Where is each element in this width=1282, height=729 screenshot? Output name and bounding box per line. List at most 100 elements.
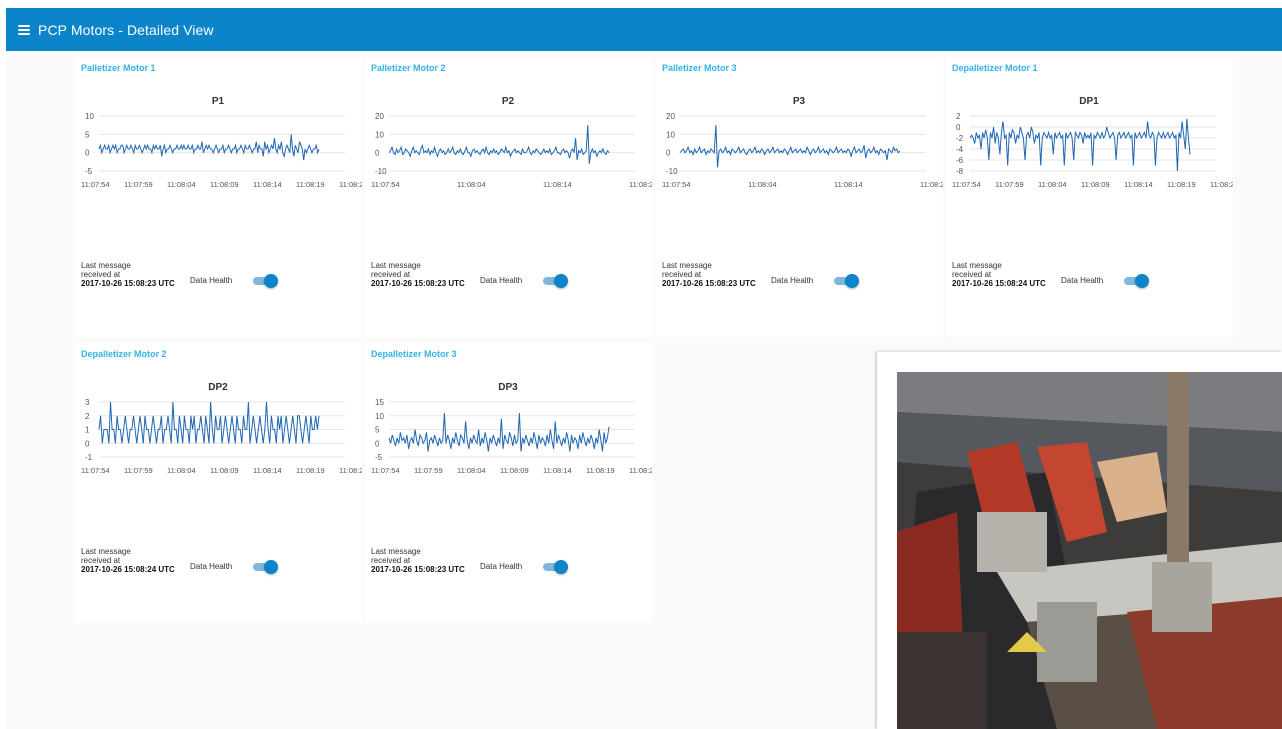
x-tick-label: 11:08:09 (210, 180, 239, 189)
series-line (98, 401, 320, 444)
x-tick-label: 11:07:54 (371, 466, 400, 475)
x-tick-label: 11:08:04 (457, 180, 486, 189)
data-health-toggle[interactable] (253, 560, 278, 574)
x-tick-label: 11:07:54 (81, 466, 110, 475)
x-tick-label: 11:08:25 (920, 180, 943, 189)
data-health-label: Data Health (190, 562, 233, 571)
x-tick-label: 11:07:59 (124, 180, 153, 189)
data-health-label: Data Health (1061, 276, 1104, 285)
y-tick-label: 0 (375, 439, 380, 448)
data-health-toggle[interactable] (834, 274, 859, 288)
x-tick-label: 11:08:19 (1167, 180, 1196, 189)
x-tick-label: 11:08:09 (210, 466, 239, 475)
last-message-label: Last message received at (371, 261, 421, 279)
x-tick-label: 11:07:59 (995, 180, 1024, 189)
last-message-block: Last message received at 2017-10-26 15:08… (952, 261, 1052, 288)
x-tick-label: 11:08:25 (1210, 180, 1233, 189)
y-tick-label: 10 (375, 130, 384, 139)
page-title: PCP Motors - Detailed View (38, 21, 214, 38)
y-tick-label: 10 (85, 112, 94, 121)
chart-title: DP3 (498, 382, 518, 393)
motor-card: Depalletizer Motor 2 DP2 3 2 1 0 -1 11:07:54 11:… (75, 343, 362, 623)
y-tick-label: 5 (85, 130, 90, 139)
y-tick-label: -10 (375, 167, 387, 176)
y-tick-label: -5 (85, 167, 93, 176)
motor-card: Depalletizer Motor 1 DP1 2 0 -2 -4 -6 -8 11:07:5… (946, 57, 1233, 337)
toggle-knob (554, 274, 568, 288)
y-tick-label: -5 (375, 453, 383, 462)
x-tick-label: 11:08:19 (586, 466, 615, 475)
chart-title: P1 (212, 96, 225, 107)
data-health-toggle[interactable] (543, 274, 568, 288)
x-tick-label: 11:07:54 (662, 180, 691, 189)
y-tick-label: 20 (375, 112, 384, 121)
last-message-timestamp: 2017-10-26 15:08:23 UTC (371, 279, 465, 288)
series-line (388, 412, 610, 452)
y-tick-label: 0 (375, 149, 380, 158)
y-tick-label: 2 (956, 112, 961, 121)
line-chart: DP2 3 2 1 0 -1 11:07:54 11:07:59 11:08:04 11:08:0… (81, 382, 362, 475)
x-tick-label: 11:08:04 (167, 180, 196, 189)
series-line (98, 134, 320, 161)
y-tick-label: 0 (85, 149, 90, 158)
y-tick-label: 0 (85, 439, 90, 448)
last-message-block: Last message received at 2017-10-26 15:08… (81, 261, 181, 288)
last-message-timestamp: 2017-10-26 15:08:24 UTC (81, 565, 175, 574)
line-chart: P1 10 5 0 -5 11:07:54 11:07:59 11:08:04 11:08:09… (81, 96, 362, 189)
x-tick-label: 11:07:54 (371, 180, 400, 189)
motor-card: Palletizer Motor 3 P3 20 10 0 -10 11:07:54 11:0… (656, 57, 943, 337)
chart-title: DP1 (1079, 96, 1099, 107)
y-tick-label: 10 (375, 412, 384, 421)
last-message-label: Last message received at (81, 261, 131, 279)
group-title: Depalletizer Motor 2 (81, 349, 167, 359)
x-tick-label: 11:08:04 (457, 466, 486, 475)
x-tick-label: 11:08:09 (1081, 180, 1110, 189)
x-tick-label: 11:08:26 (339, 180, 362, 189)
last-message-block: Last message received at 2017-10-26 15:08… (81, 547, 181, 574)
data-health-toggle[interactable] (1124, 274, 1149, 288)
series-line (679, 125, 901, 168)
group-title: Depalletizer Motor 1 (952, 63, 1038, 73)
x-tick-label: 11:08:19 (296, 180, 325, 189)
data-health-toggle[interactable] (543, 560, 568, 574)
y-tick-label: -8 (956, 167, 964, 176)
data-health-toggle[interactable] (253, 274, 278, 288)
chart-title: DP2 (208, 382, 228, 393)
top-app-bar: PCP Motors - Detailed View (6, 8, 1282, 51)
y-tick-label: -10 (666, 167, 678, 176)
last-message-timestamp: 2017-10-26 15:08:24 UTC (952, 279, 1046, 288)
x-tick-label: 11:08:14 (253, 180, 282, 189)
x-tick-label: 11:08:26 (629, 466, 652, 475)
chart-title: P3 (793, 96, 806, 107)
y-tick-label: 20 (666, 112, 675, 121)
last-message-timestamp: 2017-10-26 15:08:23 UTC (371, 565, 465, 574)
toggle-knob (264, 274, 278, 288)
line-chart: DP3 15 10 5 0 -5 11:07:54 11:07:59 11:08:04 11:08… (371, 382, 652, 475)
y-tick-label: -2 (956, 134, 964, 143)
hamburger-menu-icon[interactable] (18, 24, 30, 35)
y-tick-label: 2 (85, 412, 90, 421)
last-message-label: Last message received at (81, 547, 131, 565)
group-title: Palletizer Motor 3 (662, 63, 737, 73)
x-tick-label: 11:08:04 (1038, 180, 1067, 189)
chart-title: P2 (502, 96, 515, 107)
x-tick-label: 11:08:14 (1124, 180, 1153, 189)
x-tick-label: 11:08:04 (748, 180, 777, 189)
data-health-label: Data Health (480, 562, 523, 571)
camera-feed-image (897, 372, 1282, 729)
y-tick-label: 5 (375, 426, 380, 435)
x-tick-label: 11:08:09 (500, 466, 529, 475)
toggle-knob (264, 560, 278, 574)
last-message-block: Last message received at 2017-10-26 15:08… (662, 261, 762, 288)
x-tick-label: 11:08:26 (629, 180, 652, 189)
x-tick-label: 11:08:19 (296, 466, 325, 475)
x-tick-label: 11:07:59 (124, 466, 153, 475)
camera-feed-panel (877, 352, 1282, 729)
data-health-label: Data Health (480, 276, 523, 285)
group-title: Palletizer Motor 2 (371, 63, 446, 73)
left-edge (0, 8, 6, 729)
motor-card: Palletizer Motor 1 P1 10 5 0 -5 11:07:54 11:07:… (75, 57, 362, 337)
line-chart: DP1 2 0 -2 -4 -6 -8 11:07:54 11:07:59 11:08:04 11:… (952, 96, 1233, 189)
last-message-block: Last message received at 2017-10-26 15:08… (371, 547, 471, 574)
y-tick-label: -1 (85, 453, 93, 462)
